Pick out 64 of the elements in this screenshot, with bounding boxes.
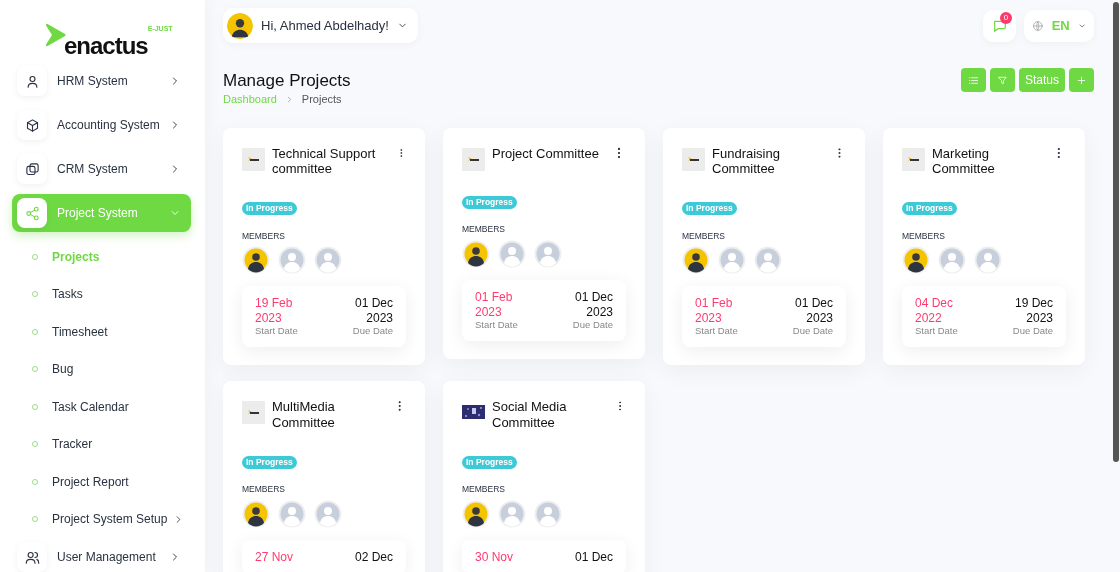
members-label: MEMBERS — [682, 229, 726, 243]
submenu-item[interactable]: Tasks — [12, 275, 191, 313]
list-icon — [967, 74, 979, 86]
start-date: 01 Feb 2023 — [475, 290, 514, 319]
status-badge: In Progress — [902, 202, 957, 216]
members-label: MEMBERS — [462, 483, 506, 496]
due-date: 02 Dec — [354, 549, 393, 565]
due-date-label: Due Date — [791, 325, 833, 338]
start-date: 27 Nov — [255, 549, 294, 565]
status-badge: In Progress — [242, 455, 297, 469]
project-title: Project Committee — [492, 145, 600, 162]
sidebar-item[interactable]: User Management — [12, 538, 191, 572]
status-badge: In Progress — [242, 202, 297, 216]
scrollbar[interactable] — [1113, 2, 1119, 462]
due-date: 01 Dec 2023 — [353, 296, 393, 326]
breadcrumb-current: Projects — [301, 92, 342, 108]
logo-text: enactus — [64, 34, 148, 58]
due-date-label: Due Date — [351, 325, 393, 338]
start-date-label: Start Date — [915, 325, 959, 338]
page-title: Manage Projects — [223, 71, 351, 92]
users-icon — [24, 549, 40, 565]
submenu-item[interactable]: Project System Setup — [12, 500, 191, 538]
sidebar-item[interactable]: Accounting System — [12, 106, 191, 144]
sidebar-item[interactable]: CRM System — [12, 150, 191, 188]
user-menu[interactable]: Hi, Ahmed Abdelhady! — [223, 8, 418, 43]
project-title: Marketing Committee — [932, 145, 996, 178]
submenu-item[interactable]: Task Calendar — [12, 388, 191, 426]
start-date: 04 Dec 2022 — [915, 296, 955, 326]
submenu-item[interactable]: Tracker — [12, 425, 191, 463]
due-date: 19 Dec 2023 — [1013, 296, 1053, 326]
project-title: Technical Support committee — [272, 145, 377, 178]
filter-icon — [996, 74, 1008, 86]
members-label: MEMBERS — [462, 223, 506, 237]
status-badge: In Progress — [462, 195, 517, 209]
start-date-label: Start Date — [695, 325, 739, 338]
status-badge: In Progress — [462, 455, 517, 469]
submenu-item[interactable]: Project Report — [12, 463, 191, 501]
members-label: MEMBERS — [242, 483, 286, 496]
due-date-label: Due Date — [571, 318, 613, 332]
due-date: 01 Dec 2023 — [793, 296, 833, 326]
due-date-label: Due Date — [1011, 325, 1053, 338]
start-date: 30 Nov — [475, 549, 514, 565]
project-title: Social Media Committee — [492, 399, 568, 431]
project-title: Fundraising Committee — [712, 145, 781, 178]
globe-icon — [1032, 18, 1044, 33]
start-date: 19 Feb 2023 — [255, 296, 294, 326]
due-date: 01 Dec 2023 — [573, 290, 613, 319]
start-date-label: Start Date — [255, 325, 299, 338]
start-date: 01 Feb 2023 — [695, 296, 734, 326]
project-title: MultiMedia Committee — [272, 399, 336, 431]
status-badge: In Progress — [682, 202, 737, 216]
overlapping-squares-icon — [24, 161, 40, 177]
avatar — [227, 12, 253, 39]
plus-icon — [1076, 74, 1087, 86]
start-date-label: Start Date — [475, 318, 519, 332]
submenu-item[interactable]: Timesheet — [12, 313, 191, 351]
notification-count: 0 — [1000, 11, 1012, 24]
members-label: MEMBERS — [902, 229, 946, 243]
members-label: MEMBERS — [242, 229, 286, 243]
share-icon — [24, 205, 40, 221]
sidebar-item[interactable]: HRM System — [12, 62, 191, 100]
cube-icon — [24, 117, 40, 133]
due-date: 01 Dec — [574, 549, 613, 565]
submenu-item[interactable]: Bug — [12, 350, 191, 388]
